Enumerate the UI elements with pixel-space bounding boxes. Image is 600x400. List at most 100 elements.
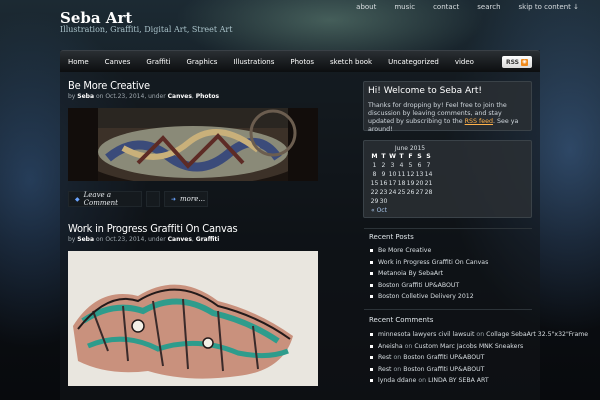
bullet-icon bbox=[370, 272, 373, 276]
comment-author-link[interactable]: Rest bbox=[378, 354, 391, 361]
top-menu-skip-to-content[interactable]: skip to content ↓ bbox=[510, 3, 588, 11]
top-menu-contact[interactable]: contact bbox=[424, 3, 468, 11]
comment-icon: ◆ bbox=[75, 195, 80, 203]
calendar-caption: June 2015 bbox=[394, 145, 426, 152]
nav-item-graffiti[interactable]: Graffiti bbox=[138, 58, 178, 66]
bullet-icon bbox=[370, 344, 373, 348]
post-category-link[interactable]: Graffiti bbox=[196, 236, 220, 243]
comment-post-link[interactable]: Collage SebaArt 32.5"x32"Frame bbox=[486, 331, 588, 338]
calendar-day: 28 bbox=[424, 189, 433, 196]
calendar-day bbox=[424, 197, 433, 206]
calendar-day: 1 bbox=[372, 162, 377, 169]
recent-post-link[interactable]: Metanoia By SebaArt bbox=[378, 270, 443, 277]
calendar-day: 30 bbox=[379, 198, 388, 205]
calendar-day: 4 bbox=[399, 162, 404, 169]
recent-post-link[interactable]: Boston Colletive Delivery 2012 bbox=[378, 293, 474, 300]
recent-post-item[interactable]: Be More Creative bbox=[370, 245, 488, 257]
rss-button[interactable]: RSS ◉ bbox=[502, 56, 532, 68]
calendar-day: 26 bbox=[406, 189, 415, 196]
recent-post-item[interactable]: Metanoia By SebaArt bbox=[370, 268, 488, 280]
calendar-day: 24 bbox=[388, 189, 397, 196]
calendar-weekday: W bbox=[389, 153, 396, 160]
post-meta-prefix: by bbox=[68, 236, 76, 243]
nav-item-uncategorized[interactable]: Uncategorized bbox=[380, 58, 447, 66]
bullet-icon bbox=[370, 283, 373, 287]
post-author-link[interactable]: Seba bbox=[77, 93, 94, 100]
post-title-link[interactable]: Be More Creative bbox=[68, 79, 150, 92]
site-tagline: Illustration, Graffiti, Digital Art, Str… bbox=[60, 25, 233, 34]
leave-comment-label: Leave a Comment bbox=[83, 191, 118, 207]
comment-post-link[interactable]: Boston Graffiti UP&ABOUT bbox=[403, 354, 484, 361]
leave-comment-button[interactable]: ◆ Leave a Comment bbox=[68, 191, 142, 207]
calendar-weekday: S bbox=[417, 153, 422, 160]
comment-post-link[interactable]: Custom Marc Jacobs MNK Sneakers bbox=[414, 343, 523, 350]
calendar-day: 6 bbox=[417, 162, 422, 169]
calendar-weekday: F bbox=[408, 153, 413, 160]
comment-author-link[interactable]: Rest bbox=[378, 366, 391, 373]
calendar-weekday: T bbox=[399, 153, 404, 160]
bullet-icon bbox=[370, 249, 373, 253]
calendar-week-row: 15 16 17 18 19 20 21 bbox=[370, 179, 433, 188]
post-category-link[interactable]: Photos bbox=[196, 93, 219, 100]
nav-item-video[interactable]: video bbox=[447, 58, 482, 66]
more-label: more... bbox=[180, 195, 206, 203]
calendar-day: 22 bbox=[370, 189, 379, 196]
nav-item-sketch-book[interactable]: sketch book bbox=[322, 58, 380, 66]
post-category-separator: , bbox=[191, 236, 194, 243]
bullet-icon bbox=[370, 367, 373, 371]
nav-item-photos[interactable]: Photos bbox=[282, 58, 322, 66]
recent-comment-item: lynda ddane on LINDA BY SEBA ART bbox=[370, 375, 588, 387]
calendar-day: 11 bbox=[397, 171, 406, 178]
welcome-text: Thanks for dropping by! Feel free to joi… bbox=[368, 102, 528, 134]
top-menu-search[interactable]: search bbox=[468, 3, 509, 11]
recent-post-item[interactable]: Boston Graffiti UP&ABOUT bbox=[370, 280, 488, 292]
nav-item-illustrations[interactable]: Illustrations bbox=[225, 58, 282, 66]
more-button[interactable]: ➜ more... bbox=[164, 191, 208, 207]
calendar-day: 17 bbox=[388, 180, 397, 187]
comment-author-link[interactable]: minnesota lawyers civil lawsuit bbox=[378, 331, 474, 338]
bullet-icon bbox=[370, 295, 373, 299]
post-author-link[interactable]: Seba bbox=[77, 236, 94, 243]
calendar-day: 5 bbox=[408, 162, 413, 169]
comment-post-link[interactable]: Boston Graffiti UP&ABOUT bbox=[403, 366, 484, 373]
calendar-day: 19 bbox=[406, 180, 415, 187]
top-menu-about[interactable]: about bbox=[347, 3, 385, 11]
sidebar-divider bbox=[364, 309, 532, 310]
comment-author-link[interactable]: lynda ddane bbox=[378, 377, 416, 384]
comment-on-text: on bbox=[393, 365, 402, 373]
calendar-header-row: M T W T F S S bbox=[370, 152, 433, 161]
recent-comments-list: minnesota lawyers civil lawsuit on Collage… bbox=[370, 329, 588, 387]
recent-post-item[interactable]: Work in Progress Graffiti On Canvas bbox=[370, 257, 488, 269]
post-category-link[interactable]: Canves bbox=[168, 236, 192, 243]
comment-post-link[interactable]: LINDA BY SEBA ART bbox=[428, 377, 489, 384]
calendar-week-row: 29 30 bbox=[370, 197, 433, 206]
nav-item-home[interactable]: Home bbox=[60, 58, 97, 66]
post-meta-prefix: by bbox=[68, 93, 76, 100]
post-image-graffiti-canvas[interactable] bbox=[68, 251, 318, 386]
post-title-link[interactable]: Work in Progress Graffiti On Canvas bbox=[68, 222, 238, 235]
nav-item-canves[interactable]: Canves bbox=[97, 58, 139, 66]
calendar-day: 10 bbox=[388, 171, 397, 178]
recent-post-link[interactable]: Work in Progress Graffiti On Canvas bbox=[378, 259, 488, 266]
post-meta: by Seba on Oct.23, 2014, under Canves, P… bbox=[68, 93, 219, 100]
nav-item-graphics[interactable]: Graphics bbox=[178, 58, 225, 66]
calendar-day: 7 bbox=[426, 162, 431, 169]
recent-post-link[interactable]: Boston Graffiti UP&ABOUT bbox=[378, 282, 459, 289]
calendar-day bbox=[406, 197, 415, 206]
comment-on-text: on bbox=[404, 342, 413, 350]
post-date: on Oct.23, 2014, under bbox=[95, 93, 166, 100]
rss-feed-link[interactable]: RSS feed bbox=[465, 118, 493, 125]
recent-post-item[interactable]: Boston Colletive Delivery 2012 bbox=[370, 291, 488, 303]
recent-posts-list: Be More Creative Work in Progress Graffi… bbox=[370, 245, 488, 303]
recent-comments-heading: Recent Comments bbox=[369, 316, 434, 324]
post-category-link[interactable]: Canves bbox=[168, 93, 192, 100]
comment-author-link[interactable]: Aneisha bbox=[378, 343, 403, 350]
calendar-day: 9 bbox=[381, 171, 386, 178]
calendar-prev-month-link[interactable]: « Oct bbox=[371, 207, 387, 214]
calendar-day: 23 bbox=[379, 189, 388, 196]
post-image-graffiti-fisheye[interactable] bbox=[68, 108, 318, 181]
calendar-grid: M T W T F S S 1 2 3 4 5 6 7 8 9 10 11 12… bbox=[370, 152, 433, 206]
recent-post-link[interactable]: Be More Creative bbox=[378, 247, 431, 254]
top-menu-music[interactable]: music bbox=[385, 3, 424, 11]
recent-comment-item: Aneisha on Custom Marc Jacobs MNK Sneakers bbox=[370, 341, 588, 353]
